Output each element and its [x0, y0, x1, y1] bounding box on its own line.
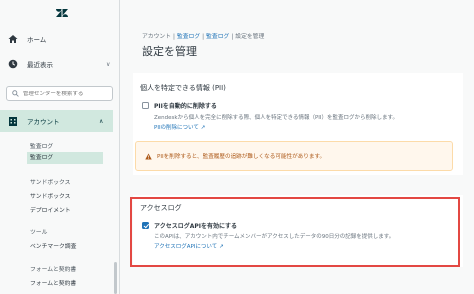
highlight-box: [130, 197, 460, 267]
nav-recent-label: 最近表示: [27, 61, 53, 69]
pii-link-text[interactable]: PIIの削除について: [154, 125, 199, 131]
sidebar-group-forms: フォームと契約書: [30, 267, 77, 273]
sidebar-item-forms[interactable]: フォームと契約書: [30, 278, 76, 287]
home-icon: [8, 35, 18, 43]
nav-home-label: ホーム: [27, 36, 47, 44]
pii-checkbox-row[interactable]: PIIを自動的に削除する Zendeskから個人を完全に削除する際、個人を特定で…: [142, 101, 398, 131]
warning-banner: PIIを削除すると、監査履歴の追跡が難しくなる可能性があります。: [135, 141, 453, 171]
pii-checkbox[interactable]: [142, 102, 149, 109]
warning-icon: [145, 153, 152, 159]
search-input[interactable]: [22, 90, 112, 97]
chevron-up-icon: ∧: [99, 117, 104, 125]
pii-checkbox-label: PIIを自動的に削除する: [154, 103, 217, 110]
chevron-down-icon: ∨: [106, 60, 111, 68]
search-icon: [12, 90, 19, 97]
pii-heading: 個人を特定できる情報 (PII): [140, 84, 226, 92]
sidebar: ホーム 最近表示 ∨ アカウント ∧ 監査ログ 監査ログ サンドボックス サンド…: [0, 0, 120, 294]
breadcrumb-item-audit-log-2[interactable]: 監査ログ: [206, 34, 229, 40]
zendesk-logo-icon[interactable]: [56, 7, 68, 19]
nav-account-label: アカウント: [27, 118, 60, 126]
breadcrumb-item-audit-log[interactable]: 監査ログ: [177, 34, 200, 40]
sidebar-group-sandbox: サンドボックス: [30, 180, 71, 186]
breadcrumb-item-account[interactable]: アカウント: [142, 34, 171, 40]
sidebar-group-tools: ツール: [30, 230, 48, 236]
sidebar-item-sandbox[interactable]: サンドボックス: [30, 191, 70, 200]
warning-text: PIIを削除すると、監査履歴の追跡が難しくなる可能性があります。: [157, 154, 326, 160]
nav-account[interactable]: アカウント ∧: [0, 110, 113, 132]
external-link-icon: ↗: [200, 125, 206, 131]
sidebar-item-deployment[interactable]: デプロイメント: [30, 205, 71, 214]
page-title: 設定を管理: [142, 45, 197, 58]
nav-recent[interactable]: 最近表示 ∨: [8, 59, 118, 69]
building-icon: [9, 116, 17, 126]
sidebar-group-audit-log: 監査ログ: [30, 144, 54, 150]
clock-icon: [8, 59, 18, 69]
sidebar-item-benchmark[interactable]: ベンチマーク調査: [30, 241, 76, 250]
sidebar-search[interactable]: [6, 86, 113, 101]
pii-description: Zendeskから個人を完全に削除する際、個人を特定できる情報（PII）を監査ロ…: [154, 115, 398, 121]
pii-link[interactable]: PIIの削除について ↗: [154, 123, 398, 131]
breadcrumb: アカウント | 監査ログ | 監査ログ | 設定を管理: [142, 34, 265, 40]
breadcrumb-current: 設定を管理: [235, 34, 265, 40]
nav-home[interactable]: ホーム: [8, 34, 46, 44]
sidebar-item-audit-log[interactable]: 監査ログ: [27, 152, 103, 164]
sidebar-scrollbar[interactable]: [114, 262, 117, 294]
